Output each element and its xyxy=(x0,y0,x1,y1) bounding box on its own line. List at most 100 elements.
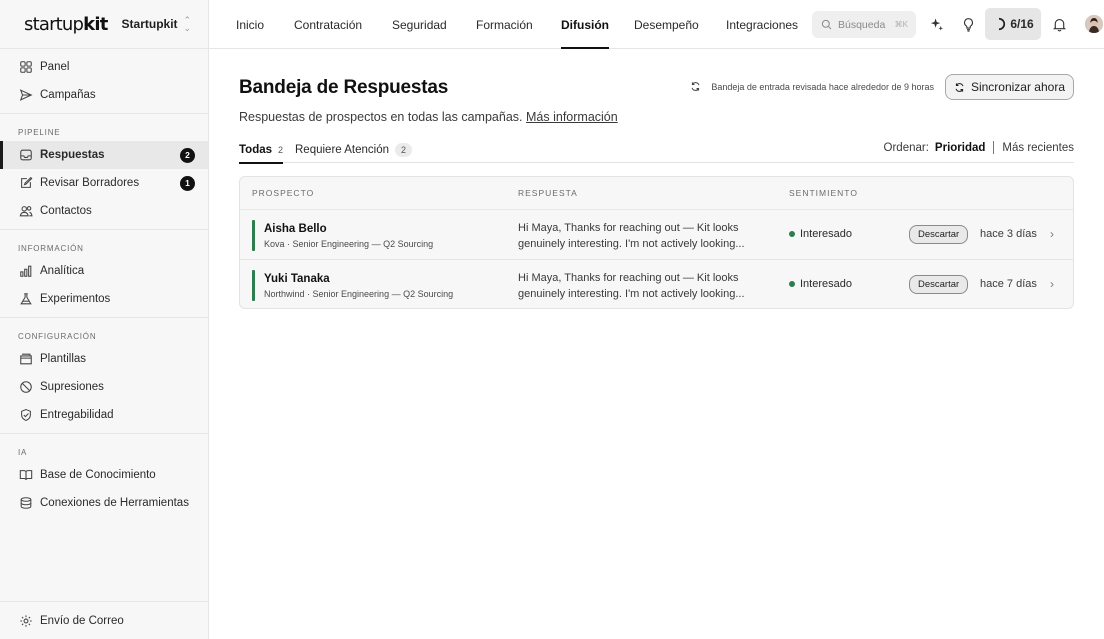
brand-header: startupkit Startupkit ⌃ ⌄ xyxy=(0,0,208,49)
sidebar-item-respuestas[interactable]: Respuestas 2 xyxy=(0,141,208,169)
sort-divider xyxy=(993,141,995,154)
user-avatar[interactable] xyxy=(1085,15,1103,33)
logo-text-bold: kit xyxy=(83,13,108,35)
sidebar-item-campanas[interactable]: Campañas xyxy=(0,81,208,109)
book-icon xyxy=(18,468,33,483)
prospect-meta: Northwind · Senior Engineering — Q2 Sour… xyxy=(264,289,454,299)
tab-difusion[interactable]: Difusión xyxy=(561,0,609,49)
responses-table: PROSPECTO RESPUESTA SENTIMIENTO Aisha Be… xyxy=(239,176,1074,309)
sidebar: startupkit Startupkit ⌃ ⌄ Panel Campañas … xyxy=(0,0,209,639)
startupkit-logo[interactable]: startupkit xyxy=(24,14,108,35)
row-timestamp: hace 7 días xyxy=(980,278,1037,290)
filter-tabs: Todas 2 Requiere Atención 2 Ordenar: Pri… xyxy=(239,137,1074,164)
sidebar-item-contactos[interactable]: Contactos xyxy=(0,197,208,225)
bell-icon[interactable] xyxy=(1049,14,1069,34)
nav-group-title: INFORMACIÓN xyxy=(18,244,84,253)
sort-control: Ordenar: Prioridad Más recientes xyxy=(884,141,1074,154)
search-input[interactable]: Búsqueda ⌘K xyxy=(812,11,916,38)
sidebar-item-label: Base de Conocimiento xyxy=(40,469,156,481)
lightbulb-icon[interactable] xyxy=(958,14,978,34)
spinner-icon xyxy=(999,17,1006,31)
sidebar-item-label: Contactos xyxy=(40,205,92,217)
filter-tab-todas[interactable]: Todas 2 xyxy=(239,137,284,164)
filter-tab-count: 2 xyxy=(394,143,412,157)
chevron-right-icon[interactable]: › xyxy=(1050,227,1054,241)
sync-now-button[interactable]: Sincronizar ahora xyxy=(944,74,1074,100)
bar-chart-icon xyxy=(18,264,33,279)
sort-option-recientes[interactable]: Más recientes xyxy=(1002,142,1074,154)
sidebar-item-envio-correo[interactable]: Envío de Correo xyxy=(0,607,208,635)
sidebar-item-label: Analítica xyxy=(40,265,85,277)
dismiss-button[interactable]: Descartar xyxy=(909,225,969,244)
send-icon xyxy=(18,88,33,103)
logo-text-light: startup xyxy=(24,13,84,35)
reply-preview: Hi Maya, Thanks for reaching out — Kit l… xyxy=(518,220,768,252)
sidebar-item-label: Experimentos xyxy=(40,293,111,305)
workspace-switcher[interactable]: Startupkit xyxy=(122,17,178,31)
row-status-bar xyxy=(252,220,255,251)
sidebar-item-experimentos[interactable]: Experimentos xyxy=(0,285,208,313)
nav-group-title: CONFIGURACIÓN xyxy=(18,332,97,341)
sidebar-item-analitica[interactable]: Analítica xyxy=(0,257,208,285)
refresh-icon xyxy=(691,82,700,91)
ban-icon xyxy=(18,380,33,395)
tab-formacion[interactable]: Formación xyxy=(476,0,533,49)
sidebar-item-label: Campañas xyxy=(40,89,96,101)
subtitle-text: Respuestas de prospectos en todas las ca… xyxy=(239,110,523,124)
sync-status-text: Bandeja de entrada revisada hace alreded… xyxy=(711,81,934,92)
progress-count: 6/16 xyxy=(1010,17,1034,31)
tab-inicio[interactable]: Inicio xyxy=(236,0,264,49)
nav-top-group: Panel Campañas xyxy=(0,49,208,114)
tab-desempeno[interactable]: Desempeño xyxy=(634,0,699,49)
sidebar-item-label: Conexiones de Herramientas xyxy=(40,497,189,509)
chevron-right-icon[interactable]: › xyxy=(1050,277,1054,291)
count-badge: 2 xyxy=(180,147,195,163)
sidebar-footer: Envío de Correo xyxy=(0,601,208,639)
column-header-respuesta: RESPUESTA xyxy=(518,188,578,198)
sidebar-item-conexiones-herramientas[interactable]: Conexiones de Herramientas xyxy=(0,489,208,517)
sidebar-item-base-conocimiento[interactable]: Base de Conocimiento xyxy=(0,461,208,489)
sidebar-item-label: Entregabilidad xyxy=(40,409,114,421)
prospect-name: Yuki Tanaka xyxy=(264,273,330,285)
chevron-updown-icon[interactable]: ⌃ ⌄ xyxy=(184,16,192,33)
sidebar-item-entregabilidad[interactable]: Entregabilidad xyxy=(0,401,208,429)
tab-integraciones[interactable]: Integraciones xyxy=(726,0,798,49)
progress-indicator[interactable]: 6/16 xyxy=(985,8,1041,40)
tab-contratacion[interactable]: Contratación xyxy=(294,0,362,49)
sort-label: Ordenar: xyxy=(883,141,929,154)
nav-group-title: PIPELINE xyxy=(18,128,61,137)
sidebar-item-revisar-borradores[interactable]: Revisar Borradores 1 xyxy=(0,169,208,197)
filter-tab-label: Todas xyxy=(239,144,273,156)
grid-icon xyxy=(18,60,33,75)
dismiss-button[interactable]: Descartar xyxy=(909,275,969,294)
sparkle-icon[interactable] xyxy=(926,14,946,34)
shield-check-icon xyxy=(18,408,33,423)
search-icon xyxy=(821,19,832,30)
sidebar-item-plantillas[interactable]: Plantillas xyxy=(0,345,208,373)
sidebar-item-supresiones[interactable]: Supresiones xyxy=(0,373,208,401)
reply-line: Hi Maya, Thanks for reaching out — Kit l… xyxy=(518,222,739,234)
prospect-meta: Kova · Senior Engineering — Q2 Sourcing xyxy=(264,239,434,249)
sort-option-prioridad[interactable]: Prioridad xyxy=(935,142,985,154)
column-header-sentimiento: SENTIMIENTO xyxy=(789,188,858,198)
sentiment: Interesado xyxy=(789,228,852,240)
prospect-name: Aisha Bello xyxy=(264,223,327,235)
table-row[interactable]: Aisha Bello Kova · Senior Engineering — … xyxy=(240,210,1073,260)
inbox-icon xyxy=(18,148,33,163)
refresh-icon xyxy=(955,82,964,92)
table-row[interactable]: Yuki Tanaka Northwind · Senior Engineeri… xyxy=(240,260,1073,308)
sidebar-item-panel[interactable]: Panel xyxy=(0,53,208,81)
nav-group-informacion: INFORMACIÓN Analítica Experimentos xyxy=(0,230,208,318)
filter-tab-count: 2 xyxy=(278,145,284,155)
sentiment: Interesado xyxy=(789,278,852,290)
row-timestamp: hace 3 días xyxy=(980,228,1037,240)
flask-icon xyxy=(18,292,33,307)
tab-seguridad[interactable]: Seguridad xyxy=(392,0,447,49)
sentiment-label: Interesado xyxy=(800,278,852,290)
main-content: Bandeja de Respuestas Respuestas de pros… xyxy=(209,49,1104,639)
sidebar-item-label: Respuestas xyxy=(40,149,105,161)
search-placeholder: Búsqueda xyxy=(838,18,886,31)
more-info-link[interactable]: Más información xyxy=(526,110,618,124)
filter-tab-requiere-atencion[interactable]: Requiere Atención 2 xyxy=(295,137,412,163)
sync-now-label: Sincronizar ahora xyxy=(970,80,1065,94)
